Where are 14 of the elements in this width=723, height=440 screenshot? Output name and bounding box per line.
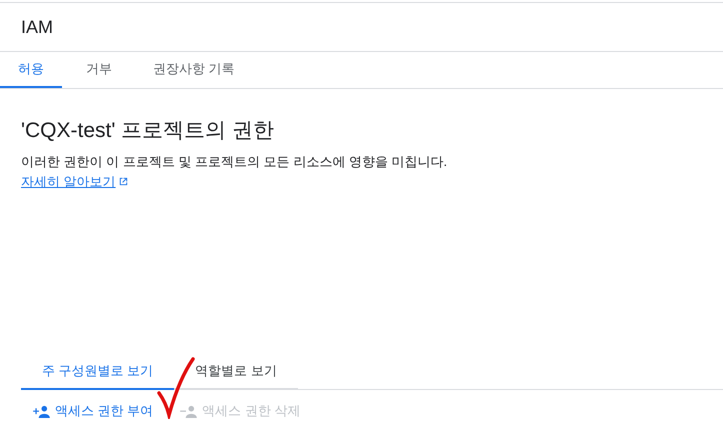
description-text: 이러한 권한이 이 프로젝트 및 프로젝트의 모든 리소스에 영향을 미칩니다. 자세히 알아보기 — [21, 153, 448, 191]
learn-more-link[interactable]: 자세히 알아보기 — [21, 174, 129, 189]
remove-person-icon — [179, 404, 198, 418]
section-heading: 'CQX-test' 프로젝트의 권한 — [21, 118, 276, 144]
add-person-icon — [32, 404, 51, 418]
tab[interactable]: 허용 — [0, 52, 62, 88]
tab[interactable]: 거부 — [62, 52, 136, 88]
page-title: IAM — [21, 16, 54, 38]
grant-access-button[interactable]: 액세스 권한 부여 — [28, 396, 158, 426]
view-tab[interactable]: 역할별로 보기 — [174, 354, 298, 390]
external-link-icon — [118, 176, 129, 187]
view-tab[interactable]: 주 구성원별로 보기 — [21, 354, 174, 390]
tab[interactable]: 권장사항 기록 — [136, 52, 252, 88]
checkmark-drawing — [156, 355, 196, 419]
